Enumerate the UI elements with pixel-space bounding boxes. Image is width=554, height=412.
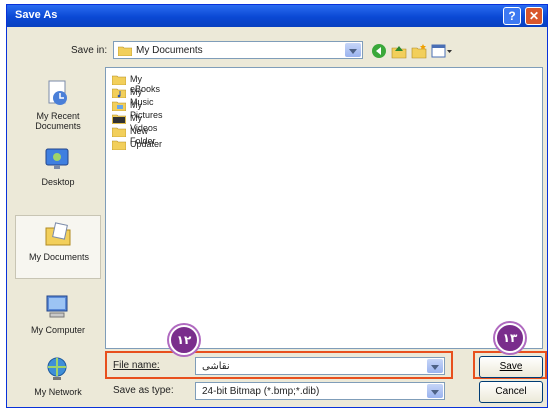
chevron-down-icon[interactable] — [427, 359, 443, 373]
place-label: My Documents — [28, 252, 90, 262]
pictures-folder-icon — [112, 101, 126, 111]
my-documents-icon — [45, 222, 71, 246]
place-label: Desktop — [41, 177, 75, 187]
place-label: My Network — [34, 387, 82, 397]
dialog-title: Save As — [15, 9, 58, 21]
save-in-label: Save in: — [71, 45, 108, 56]
my-network-icon — [47, 357, 67, 380]
music-folder-icon — [112, 88, 126, 98]
annotation-badge-13: ۱۳ — [495, 323, 525, 353]
folder-icon — [112, 75, 126, 85]
file-name-label: File name: — [113, 360, 160, 371]
save-as-type-dropdown[interactable]: 24-bit Bitmap (*.bmp;*.dib) — [195, 382, 445, 400]
place-my-network[interactable]: My Network — [15, 351, 101, 407]
up-folder-icon[interactable] — [391, 43, 407, 59]
save-as-type-label: Save as type: — [113, 385, 174, 396]
place-label: My Computer — [30, 325, 85, 335]
videos-folder-icon — [112, 114, 126, 124]
back-icon[interactable] — [371, 43, 387, 59]
file-name-input[interactable]: نقاشی — [195, 357, 445, 375]
place-desktop[interactable]: Desktop — [15, 141, 101, 201]
save-in-value: My Documents — [136, 45, 203, 56]
new-folder-icon[interactable] — [411, 43, 427, 59]
chevron-down-icon[interactable] — [427, 384, 443, 398]
save-in-dropdown[interactable]: My Documents — [113, 41, 363, 59]
folder-icon — [112, 127, 126, 137]
place-label: My Recent Documents — [35, 111, 81, 131]
file-name-value: نقاشی — [202, 361, 230, 372]
save-button[interactable]: Save — [479, 356, 543, 378]
places-bar: My Recent Documents Desktop My Documents… — [15, 69, 101, 403]
place-my-documents[interactable]: My Documents — [15, 215, 101, 279]
place-my-computer[interactable]: My Computer — [15, 289, 101, 349]
folder-icon — [118, 46, 132, 56]
save-as-type-value: 24-bit Bitmap (*.bmp;*.dib) — [202, 386, 320, 397]
file-list[interactable]: My eBooks My Music My Pictures My Videos… — [105, 67, 543, 349]
save-as-dialog: Save As ? ✕ Save in: My Documents My Rec… — [6, 4, 548, 408]
place-my-recent-documents[interactable]: My Recent Documents — [15, 75, 101, 135]
title-bar[interactable]: Save As ? ✕ — [7, 5, 547, 27]
desktop-icon — [45, 148, 69, 169]
recent-documents-icon — [48, 80, 67, 105]
my-computer-icon — [46, 295, 68, 318]
file-name: Updater — [130, 139, 163, 149]
annotation-badge-12: ۱۲ — [169, 325, 199, 355]
cancel-button[interactable]: Cancel — [479, 381, 543, 403]
views-menu-icon[interactable] — [431, 43, 453, 59]
help-button[interactable]: ? — [503, 7, 521, 25]
folder-icon — [112, 140, 126, 150]
chevron-down-icon[interactable] — [345, 43, 361, 57]
close-button[interactable]: ✕ — [525, 7, 543, 25]
